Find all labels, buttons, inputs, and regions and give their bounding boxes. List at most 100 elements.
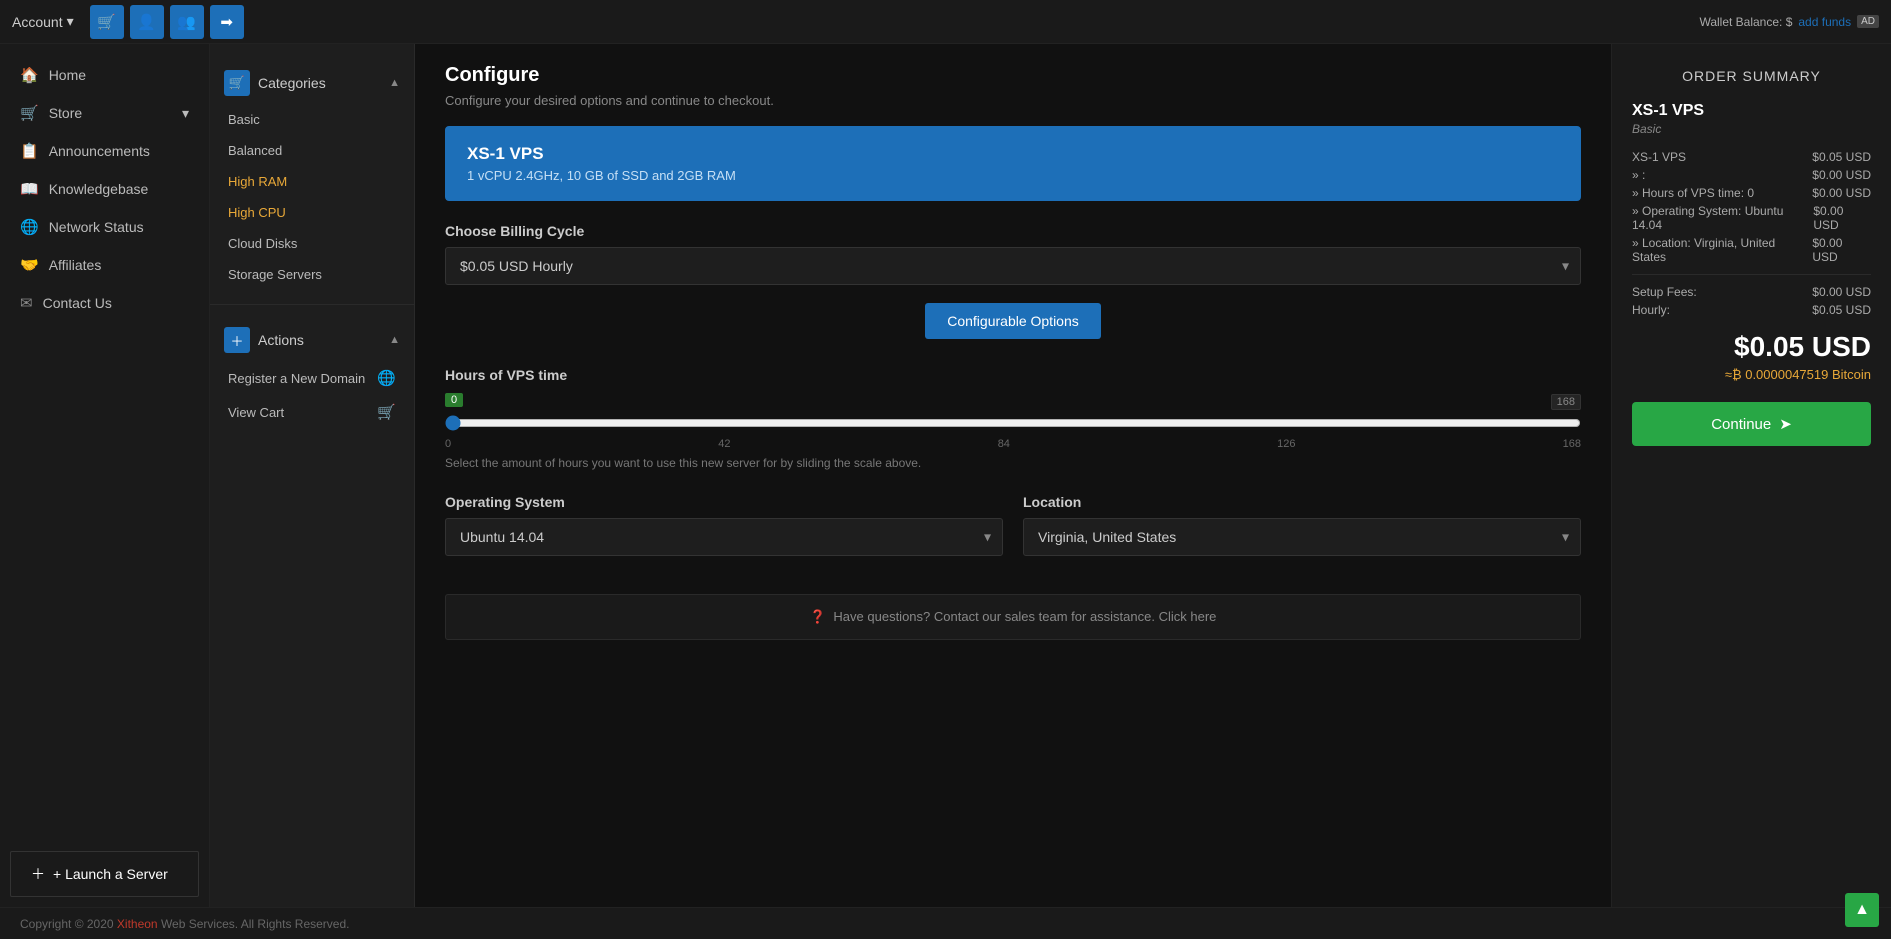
order-line-1-value: $0.00 USD: [1812, 168, 1871, 182]
knowledgebase-icon: 📖: [20, 180, 39, 198]
location-select[interactable]: Virginia, United States Los Angeles, Uni…: [1023, 518, 1581, 556]
categories-section: 🛒 Categories ▲ Basic Balanced High RAM H…: [210, 54, 414, 298]
help-link[interactable]: Have questions? Contact our sales team f…: [833, 609, 1216, 624]
scroll-to-top-button[interactable]: ▲: [1845, 893, 1879, 927]
sidebar: 🏠 Home 🛒 Store ▾ 📋 Announcements 📖 Knowl…: [0, 44, 210, 907]
billing-label: Choose Billing Cycle: [445, 223, 1581, 239]
submenu-item-cloud-disks[interactable]: Cloud Disks: [210, 228, 414, 259]
account-button[interactable]: Account ▾: [12, 13, 74, 30]
tick-84: 84: [998, 438, 1010, 450]
sidebar-item-network-status[interactable]: 🌐 Network Status: [0, 208, 209, 246]
tick-168: 168: [1563, 438, 1581, 450]
add-funds-link[interactable]: add funds: [1798, 15, 1851, 29]
sidebar-item-store-label: Store: [49, 105, 82, 121]
order-setup-line: Setup Fees: $0.00 USD: [1632, 285, 1871, 299]
slider-ticks: 0 42 84 126 168: [445, 438, 1581, 450]
tick-0: 0: [445, 438, 451, 450]
launch-server-label: + Launch a Server: [53, 866, 168, 882]
order-line-3-label: » Operating System: Ubuntu 14.04: [1632, 204, 1813, 232]
users-icon-button[interactable]: 👥: [170, 5, 204, 39]
order-line-3: » Operating System: Ubuntu 14.04 $0.00 U…: [1632, 204, 1871, 232]
order-line-0-label: XS-1 VPS: [1632, 150, 1686, 164]
submenu-item-basic[interactable]: Basic: [210, 104, 414, 135]
os-location-section: Operating System Ubuntu 14.04 Ubuntu 18.…: [445, 494, 1581, 574]
launch-server-button[interactable]: ＋ + Launch a Server: [10, 851, 199, 897]
order-line-4-label: » Location: Virginia, United States: [1632, 236, 1812, 264]
continue-label: Continue: [1711, 416, 1771, 433]
cart-icon-button[interactable]: 🛒: [90, 5, 124, 39]
topbar-right: Wallet Balance: $ add funds AD: [1699, 15, 1879, 29]
hours-slider-input[interactable]: [445, 415, 1581, 431]
product-spec: 1 vCPU 2.4GHz, 10 GB of SSD and 2GB RAM: [467, 168, 1559, 183]
hours-slider-container: [445, 415, 1581, 434]
sidebar-item-contact-us-label: Contact Us: [43, 295, 112, 311]
order-product-name: XS-1 VPS: [1632, 102, 1871, 120]
submenu-item-high-cpu[interactable]: High CPU: [210, 197, 414, 228]
announcements-icon: 📋: [20, 142, 39, 160]
store-inner: 🛒 Store: [20, 104, 82, 122]
sidebar-item-affiliates-label: Affiliates: [49, 257, 102, 273]
order-summary: ORDER SUMMARY XS-1 VPS Basic XS-1 VPS $0…: [1611, 44, 1891, 907]
signin-icon-button[interactable]: ➡: [210, 5, 244, 39]
os-label: Operating System: [445, 494, 1003, 510]
order-line-4: » Location: Virginia, United States $0.0…: [1632, 236, 1871, 264]
sidebar-item-announcements[interactable]: 📋 Announcements: [0, 132, 209, 170]
submenu-item-storage-servers[interactable]: Storage Servers: [210, 259, 414, 290]
categories-icon-box: 🛒: [224, 70, 250, 96]
cart-icon: 🛒: [377, 403, 396, 421]
sidebar-item-home-label: Home: [49, 67, 86, 83]
os-select[interactable]: Ubuntu 14.04 Ubuntu 18.04 Ubuntu 20.04 D…: [445, 518, 1003, 556]
view-cart-label: View Cart: [228, 405, 284, 420]
slider-helper: Select the amount of hours you want to u…: [445, 456, 1581, 470]
sidebar-item-knowledgebase[interactable]: 📖 Knowledgebase: [0, 170, 209, 208]
sidebar-item-announcements-label: Announcements: [49, 143, 150, 159]
submenu-item-view-cart[interactable]: View Cart 🛒: [210, 395, 414, 429]
wallet-balance-label: Wallet Balance: $: [1699, 15, 1792, 29]
submenu-item-balanced[interactable]: Balanced: [210, 135, 414, 166]
order-line-1: » : $0.00 USD: [1632, 168, 1871, 182]
order-product-sub: Basic: [1632, 122, 1871, 136]
product-card: XS-1 VPS 1 vCPU 2.4GHz, 10 GB of SSD and…: [445, 126, 1581, 201]
categories-header-left: 🛒 Categories: [224, 70, 326, 96]
submenu-item-high-ram[interactable]: High RAM: [210, 166, 414, 197]
sidebar-item-knowledgebase-label: Knowledgebase: [49, 181, 149, 197]
hours-slider-section: Hours of VPS time 0 168 0 42 84 126 168 …: [445, 367, 1581, 470]
actions-header[interactable]: ＋ Actions ▲: [210, 319, 414, 361]
sidebar-item-affiliates[interactable]: 🤝 Affiliates: [0, 246, 209, 284]
location-select-wrap: Virginia, United States Los Angeles, Uni…: [1023, 518, 1581, 556]
configurable-options-label: Configurable Options: [947, 313, 1079, 329]
order-bitcoin: ≈₿ 0.0000047519 Bitcoin: [1632, 367, 1871, 382]
home-icon: 🏠: [20, 66, 39, 84]
sidebar-item-home[interactable]: 🏠 Home: [0, 56, 209, 94]
configurable-options-button[interactable]: Configurable Options: [925, 303, 1101, 339]
hours-value-bubble: 0: [445, 393, 463, 407]
page-subtitle: Configure your desired options and conti…: [445, 93, 1581, 108]
order-total: $0.05 USD: [1632, 331, 1871, 363]
order-line-2: » Hours of VPS time: 0 $0.00 USD: [1632, 186, 1871, 200]
chevron-down-icon: ▾: [182, 105, 189, 122]
categories-header[interactable]: 🛒 Categories ▲: [210, 62, 414, 104]
contact-icon: ✉: [20, 294, 33, 312]
topbar: Account ▾ 🛒 👤 👥 ➡ Wallet Balance: $ add …: [0, 0, 1891, 44]
icon-btn-group: 🛒 👤 👥 ➡: [90, 5, 244, 39]
account-label: Account: [12, 14, 63, 30]
sidebar-item-contact-us[interactable]: ✉ Contact Us: [0, 284, 209, 322]
order-line-2-label: » Hours of VPS time: 0: [1632, 186, 1754, 200]
ad-badge: AD: [1857, 15, 1879, 28]
submenu-item-register-domain[interactable]: Register a New Domain 🌐: [210, 361, 414, 395]
actions-icon-box: ＋: [224, 327, 250, 353]
main-content: Configure Configure your desired options…: [415, 44, 1611, 907]
os-section: Operating System Ubuntu 14.04 Ubuntu 18.…: [445, 494, 1003, 574]
submenu-sidebar: 🛒 Categories ▲ Basic Balanced High RAM H…: [210, 44, 415, 907]
user-icon-button[interactable]: 👤: [130, 5, 164, 39]
register-domain-label: Register a New Domain: [228, 371, 365, 386]
order-line-4-value: $0.00 USD: [1812, 236, 1871, 264]
arrow-right-icon: ➤: [1779, 415, 1792, 433]
billing-cycle-select[interactable]: $0.05 USD Hourly $1.00 USD Daily $30.00 …: [445, 247, 1581, 285]
sidebar-item-store[interactable]: 🛒 Store ▾: [0, 94, 209, 132]
plus-icon: ＋: [31, 864, 45, 884]
continue-button[interactable]: Continue ➤: [1632, 402, 1871, 446]
order-line-1-label: » :: [1632, 168, 1645, 182]
actions-chevron: ▲: [389, 334, 400, 346]
hours-label: Hours of VPS time: [445, 367, 1581, 383]
